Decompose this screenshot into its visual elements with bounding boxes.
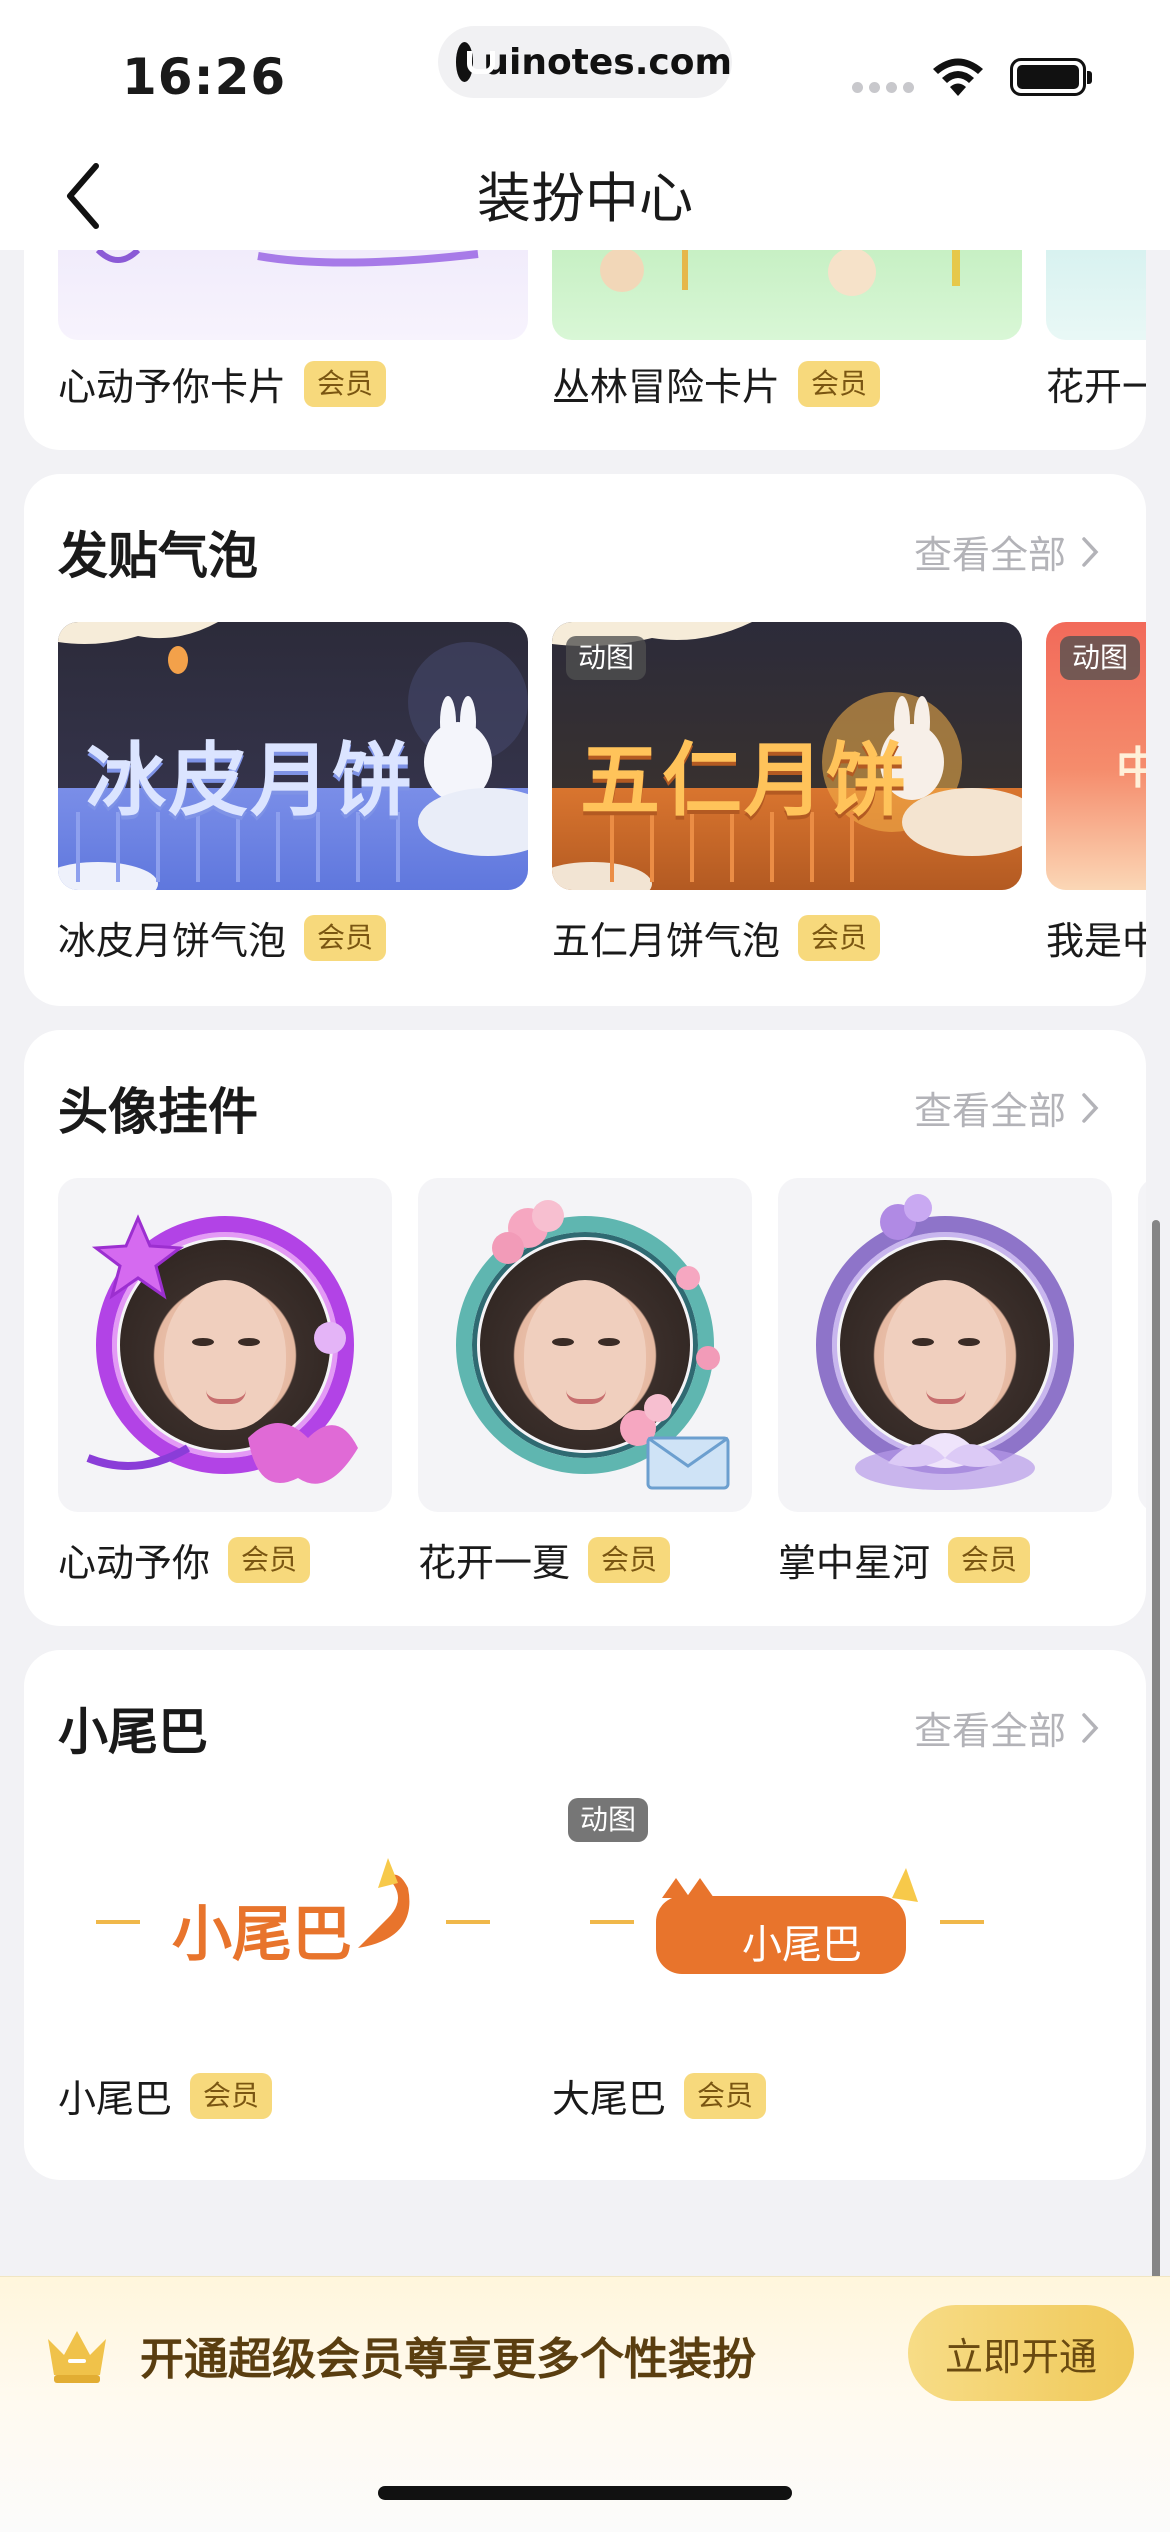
bubble-art-text: 冰皮月饼	[86, 734, 414, 827]
vip-badge: 会员	[948, 1536, 1031, 1583]
card-label: 丛林冒险卡片 会员	[552, 356, 881, 411]
tail-thumbnail: 小尾巴	[58, 1798, 528, 2038]
vip-badge: 会员	[684, 2072, 767, 2119]
avatar-label: 掌中星河 会员	[778, 1532, 1031, 1587]
vip-badge: 会员	[304, 914, 387, 961]
card-thumbnail	[552, 250, 1022, 340]
vip-badge: 会员	[304, 360, 387, 407]
card-label: 心动予你卡片 会员	[58, 356, 387, 411]
list-item[interactable]: 冰皮月饼 冰皮月饼气泡 会员	[58, 622, 528, 965]
bubble-art-text: 中	[1116, 743, 1146, 794]
vip-badge: 会员	[190, 2072, 273, 2119]
url-text: uinotes.com	[483, 41, 732, 83]
animated-tag: 动图	[566, 636, 647, 680]
vip-badge: 会员	[588, 1536, 671, 1583]
tail-label: 大尾巴 会员	[552, 2068, 767, 2123]
vip-badge: 会员	[798, 360, 881, 407]
card-thumbnail	[58, 250, 528, 340]
section-title: 头像挂件	[58, 1083, 258, 1141]
list-item[interactable]: 中 动图 我是中	[1046, 622, 1146, 963]
avatar-label: 心动予你 会员	[58, 1532, 311, 1587]
page-title: 装扮中心	[477, 167, 693, 230]
scrollbar[interactable]	[1152, 1220, 1160, 2370]
list-item[interactable]: 五仁月饼 动图 五仁月饼气泡 会员	[552, 622, 1022, 965]
avatar-label: 花开一夏 会员	[418, 1532, 671, 1587]
avatar-section: 头像挂件 查看全部 心动予你 会员 花开一夏 会员 掌中星河 会员	[24, 1030, 1146, 1626]
section-title: 发贴气泡	[58, 527, 258, 585]
nav-bar: 装扮中心	[0, 140, 1170, 250]
section-title: 小尾巴	[58, 1703, 208, 1761]
animated-tag: 动图	[568, 1798, 649, 1842]
open-vip-button[interactable]: 立即开通	[908, 2305, 1134, 2401]
list-item[interactable]: 掌中星河 会员	[778, 1178, 1112, 1598]
uinotes-logo-icon	[456, 42, 496, 82]
bubble-label: 冰皮月饼气泡 会员	[58, 910, 387, 965]
home-indicator	[378, 2486, 792, 2500]
vip-badge: 会员	[798, 914, 881, 961]
vip-badge: 会员	[228, 1536, 311, 1583]
tail-thumbnail: 动图 小尾巴	[552, 1798, 1022, 2038]
card-theme-section: 心动予你卡片 会员 丛林冒险卡片 会员 花开一	[24, 250, 1146, 450]
view-all-link[interactable]: 查看全部	[914, 524, 1100, 579]
list-item[interactable]: 心动予你 会员	[58, 1178, 392, 1598]
avatar-frame-thumbnail	[418, 1178, 752, 1512]
bubble-section: 发贴气泡 查看全部 冰皮月饼 冰皮月饼气泡 会员 五仁月饼 动图 五仁月饼气泡 …	[24, 474, 1146, 1006]
status-bar: 16:26 uinotes.com	[0, 0, 1170, 140]
tail-art-text: 小尾巴	[172, 1900, 352, 1970]
chevron-right-icon	[1082, 1092, 1099, 1123]
url-pill[interactable]: uinotes.com	[438, 26, 732, 98]
view-all-link[interactable]: 查看全部	[914, 1700, 1100, 1755]
vip-promo-text: 开通超级会员尊享更多个性装扮	[140, 2334, 756, 2385]
avatar-frame-thumbnail	[58, 1178, 392, 1512]
status-time: 16:26	[122, 48, 287, 106]
bubble-label: 我是中	[1046, 919, 1146, 963]
list-item[interactable]: 小尾巴 小尾巴 会员	[58, 1798, 528, 2138]
avatar-frame-thumbnail	[778, 1178, 1112, 1512]
signal-icon	[852, 82, 914, 93]
list-item[interactable]: 心动予你卡片 会员	[58, 250, 528, 430]
list-item[interactable]: 动图 小尾巴 大尾巴 会员	[552, 1798, 1022, 2138]
list-item[interactable]: 丛林冒险卡片 会员	[552, 250, 1022, 430]
bubble-thumbnail: 冰皮月饼	[58, 622, 528, 890]
animated-tag: 动图	[1060, 636, 1141, 680]
battery-icon	[1010, 58, 1092, 96]
view-all-link[interactable]: 查看全部	[914, 1080, 1100, 1135]
tail-label: 小尾巴 会员	[58, 2068, 273, 2123]
chevron-right-icon	[1082, 536, 1099, 567]
bubble-art-text: 五仁月饼	[580, 734, 908, 827]
tail-art-text: 小尾巴	[742, 1922, 862, 1968]
card-label: 花开一	[1046, 365, 1146, 409]
avatar-thumbnail-partial	[1138, 1178, 1146, 1512]
bubble-thumbnail: 中 动图	[1046, 622, 1146, 890]
wifi-icon	[933, 58, 983, 96]
card-thumbnail	[1046, 250, 1146, 340]
bubble-thumbnail: 五仁月饼 动图	[552, 622, 1022, 890]
list-item[interactable]: 花开一夏 会员	[418, 1178, 752, 1598]
list-item[interactable]: 花开一	[1046, 250, 1146, 430]
crown-icon	[48, 2331, 106, 2383]
bubble-label: 五仁月饼气泡 会员	[552, 910, 881, 965]
chevron-right-icon	[1082, 1712, 1099, 1743]
tail-section: 小尾巴 查看全部 小尾巴 小尾巴 会员 动图 小尾巴 大尾巴 会员	[24, 1650, 1146, 2180]
